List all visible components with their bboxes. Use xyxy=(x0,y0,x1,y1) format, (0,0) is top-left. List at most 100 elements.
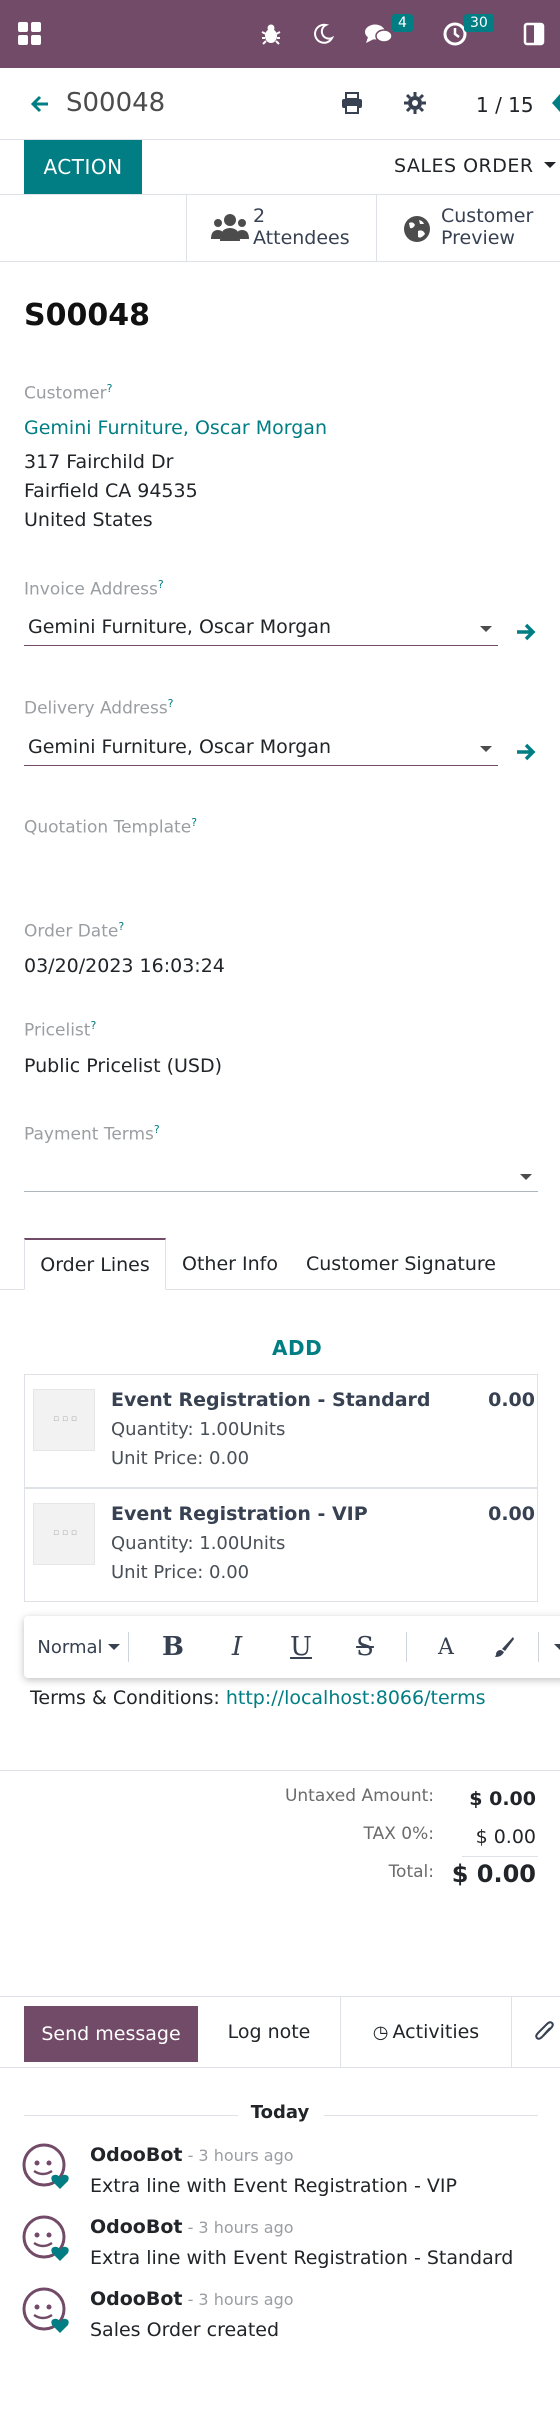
breadcrumb-record-name: S00048 xyxy=(66,88,166,118)
log-note-button[interactable]: Log note xyxy=(198,1996,340,2068)
message-body: Sales Order created xyxy=(90,2319,280,2341)
messages-icon[interactable] xyxy=(362,18,396,50)
divider xyxy=(324,2115,538,2116)
attendees-smart-button[interactable]: 2 Attendees xyxy=(186,195,376,261)
help-tooltip-icon[interactable]: ? xyxy=(154,1123,160,1136)
tab-other-info[interactable]: Other Info xyxy=(166,1238,294,1290)
line-quantity: Quantity: 1.00Units xyxy=(111,1533,286,1554)
messages-count-badge: 4 xyxy=(392,14,413,32)
status-dropdown[interactable]: SALES ORDER xyxy=(394,155,557,177)
tax-label: TAX 0%: xyxy=(363,1824,434,1844)
send-message-button[interactable]: Send message xyxy=(24,2006,198,2062)
add-line-button[interactable]: ADD xyxy=(272,1336,322,1360)
help-tooltip-icon[interactable]: ? xyxy=(118,920,124,933)
chevron-down-icon[interactable] xyxy=(554,1644,560,1650)
customer-preview-line2: Preview xyxy=(441,227,515,249)
toolbar-divider xyxy=(128,1632,129,1662)
chevron-down-icon[interactable] xyxy=(520,1174,532,1180)
line-unit-price: Unit Price: 0.00 xyxy=(111,1562,250,1583)
total-value: $ 0.00 xyxy=(451,1860,536,1888)
product-image-placeholder: ▫ ▫ ▫ xyxy=(33,1389,95,1451)
order-line-row[interactable]: ▫ ▫ ▫ Event Registration - VIP Quantity:… xyxy=(24,1488,538,1602)
invoice-address-value: Gemini Furniture, Oscar Morgan xyxy=(28,616,331,638)
underline-button[interactable]: U xyxy=(278,1616,324,1678)
activities-count-badge: 30 xyxy=(464,14,494,32)
message-date: - 3 hours ago xyxy=(182,2218,294,2237)
attendees-count: 2 xyxy=(253,205,266,227)
tab-order-lines[interactable]: Order Lines xyxy=(24,1238,166,1290)
top-navbar: 4 30 xyxy=(0,0,560,68)
line-product-name: Event Registration - VIP xyxy=(111,1503,368,1525)
help-tooltip-icon[interactable]: ? xyxy=(158,578,164,591)
untaxed-amount-label: Untaxed Amount: xyxy=(284,1786,434,1806)
customer-label: Customer? xyxy=(24,382,113,404)
line-subtotal: 0.00 xyxy=(488,1389,535,1411)
line-product-name: Event Registration - Standard xyxy=(111,1389,431,1411)
globe-icon xyxy=(403,215,431,243)
delivery-address-field[interactable]: Gemini Furniture, Oscar Morgan xyxy=(24,732,498,766)
italic-button[interactable]: I xyxy=(214,1616,260,1678)
chevron-down-icon[interactable] xyxy=(480,626,492,632)
paperclip-icon[interactable] xyxy=(530,1996,560,2068)
paragraph-style-dropdown[interactable]: Normal xyxy=(24,1616,128,1678)
attendees-label: Attendees xyxy=(253,227,350,249)
product-image-placeholder: ▫ ▫ ▫ xyxy=(33,1503,95,1565)
order-line-row[interactable]: ▫ ▫ ▫ Event Registration - Standard Quan… xyxy=(24,1374,538,1488)
pager-prev-icon[interactable] xyxy=(548,90,560,116)
totals-divider xyxy=(462,1856,538,1857)
tax-value: $ 0.00 xyxy=(475,1826,536,1848)
action-button[interactable]: ACTION xyxy=(24,140,142,194)
split-view-icon[interactable] xyxy=(518,18,550,50)
bug-icon[interactable] xyxy=(256,18,286,50)
apps-grid-icon[interactable] xyxy=(14,18,46,50)
font-color-button[interactable]: A xyxy=(424,1616,468,1678)
delivery-address-value: Gemini Furniture, Oscar Morgan xyxy=(28,736,331,758)
odoobot-avatar[interactable] xyxy=(22,2215,72,2265)
message-author[interactable]: OdooBot - 3 hours ago xyxy=(90,2144,294,2166)
message-author[interactable]: OdooBot - 3 hours ago xyxy=(90,2288,294,2310)
customer-address-line3: United States xyxy=(24,509,153,531)
odoobot-avatar[interactable] xyxy=(22,2287,72,2337)
customer-address-line2: Fairfield CA 94535 xyxy=(24,480,198,502)
terms-link[interactable]: http://localhost:8066/terms xyxy=(226,1687,486,1709)
arrow-right-icon[interactable] xyxy=(514,620,540,646)
activities-button[interactable]: ◷ Activities xyxy=(340,1996,512,2068)
payment-terms-label: Payment Terms? xyxy=(24,1123,160,1145)
pricelist-label: Pricelist? xyxy=(24,1019,97,1041)
help-tooltip-icon[interactable]: ? xyxy=(168,697,174,710)
help-tooltip-icon[interactable]: ? xyxy=(107,382,113,395)
bold-button[interactable]: B xyxy=(150,1616,196,1678)
arrow-right-icon[interactable] xyxy=(514,740,540,766)
pager-value[interactable]: 1 / 15 xyxy=(476,93,534,117)
brush-icon[interactable] xyxy=(482,1616,526,1678)
strikethrough-button[interactable]: S xyxy=(342,1616,388,1678)
chevron-down-icon[interactable] xyxy=(480,746,492,752)
print-icon[interactable] xyxy=(340,92,366,116)
invoice-address-field[interactable]: Gemini Furniture, Oscar Morgan xyxy=(24,612,498,646)
chevron-down-icon xyxy=(107,1644,120,1650)
order-title: S00048 xyxy=(24,298,150,333)
customer-link[interactable]: Gemini Furniture, Oscar Morgan xyxy=(24,417,327,439)
message-date: - 3 hours ago xyxy=(182,2146,294,2165)
back-arrow-icon[interactable] xyxy=(28,92,52,116)
message-author[interactable]: OdooBot - 3 hours ago xyxy=(90,2216,294,2238)
terms-and-conditions: Terms & Conditions: http://localhost:806… xyxy=(30,1687,486,1709)
order-date-label: Order Date? xyxy=(24,920,125,942)
help-tooltip-icon[interactable]: ? xyxy=(191,816,197,829)
odoobot-avatar[interactable] xyxy=(22,2143,72,2193)
moon-icon[interactable] xyxy=(308,18,338,50)
message-date: - 3 hours ago xyxy=(182,2290,294,2309)
customer-preview-smart-button[interactable]: Customer Preview xyxy=(376,195,560,261)
help-tooltip-icon[interactable]: ? xyxy=(90,1019,96,1032)
clock-icon: ◷ xyxy=(372,2021,389,2043)
customer-address-line1: 317 Fairchild Dr xyxy=(24,451,174,473)
gear-icon[interactable] xyxy=(404,92,428,116)
quotation-template-field[interactable] xyxy=(24,850,538,886)
delivery-address-label: Delivery Address? xyxy=(24,697,174,719)
tab-customer-signature[interactable]: Customer Signature xyxy=(294,1238,508,1290)
line-unit-price: Unit Price: 0.00 xyxy=(111,1448,250,1469)
customer-preview-line1: Customer xyxy=(441,205,534,227)
order-date-value[interactable]: 03/20/2023 16:03:24 xyxy=(24,955,225,977)
payment-terms-field[interactable] xyxy=(24,1158,538,1192)
pricelist-value[interactable]: Public Pricelist (USD) xyxy=(24,1055,222,1077)
